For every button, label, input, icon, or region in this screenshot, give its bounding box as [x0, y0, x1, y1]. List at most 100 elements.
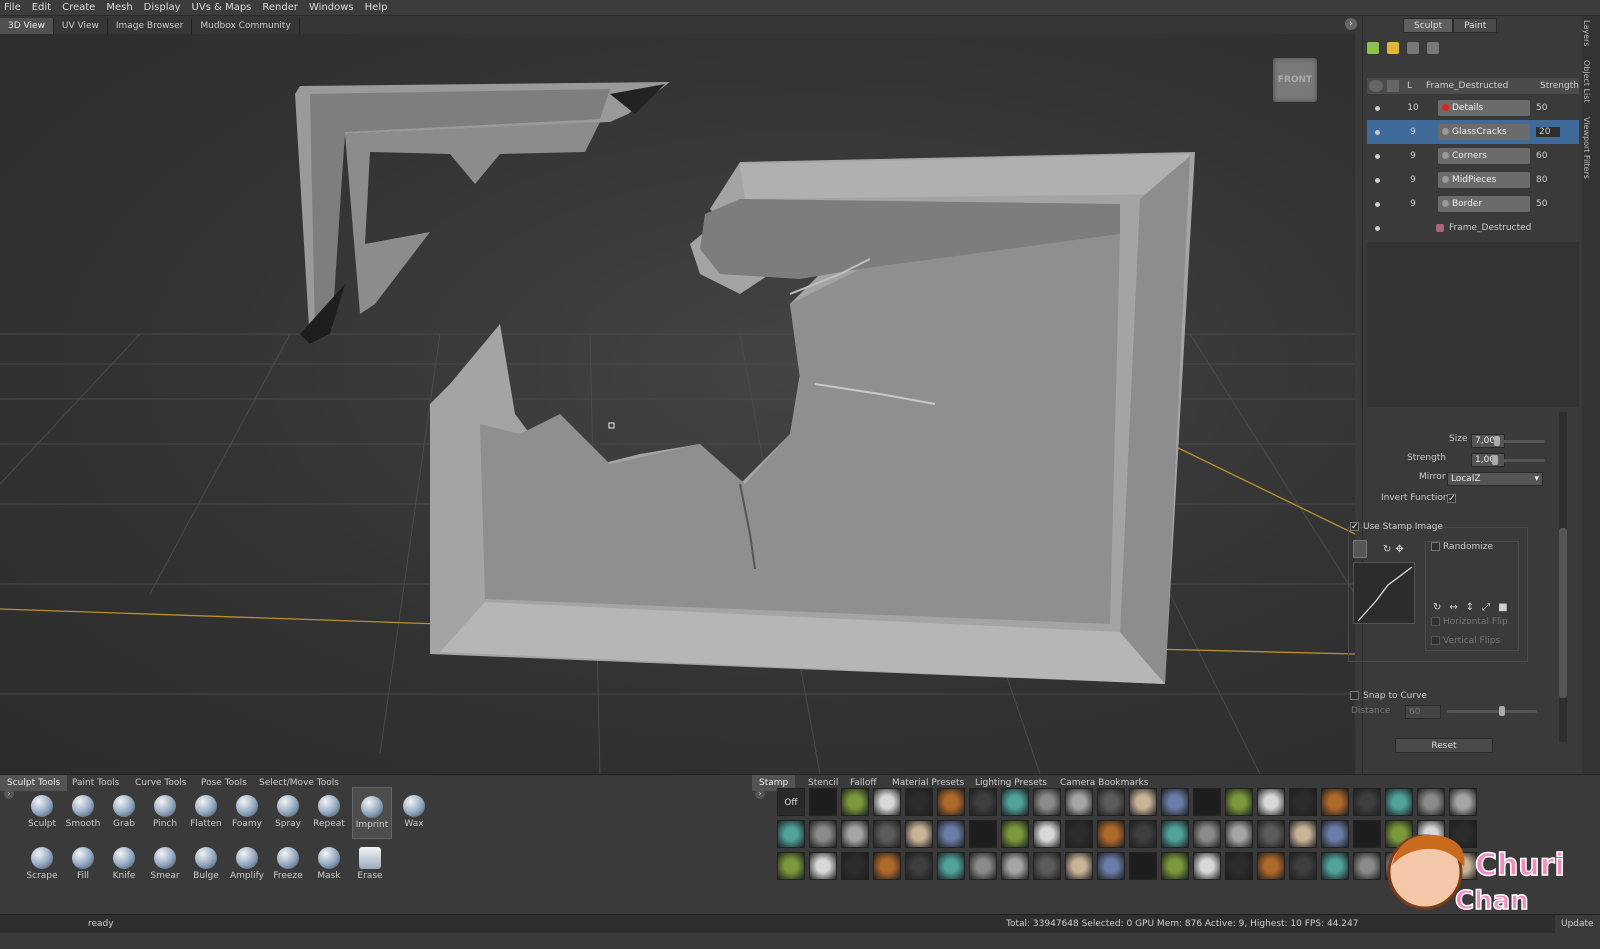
- new-layer-icon[interactable]: [1367, 42, 1379, 54]
- tool-pinch[interactable]: Pinch: [145, 787, 185, 839]
- reset-button[interactable]: Reset: [1395, 738, 1493, 753]
- stamp-thumbnail[interactable]: [1097, 852, 1125, 880]
- stamp-thumbnail[interactable]: [1129, 788, 1157, 816]
- stamp-thumbnail[interactable]: [1225, 852, 1253, 880]
- stamp-thumbnail[interactable]: [1065, 852, 1093, 880]
- tool-amplify[interactable]: Amplify: [227, 839, 267, 891]
- stamp-thumbnail[interactable]: [841, 820, 869, 848]
- scrollbar-thumb[interactable]: [1559, 528, 1567, 698]
- stamp-thumbnail[interactable]: [777, 820, 805, 848]
- stamp-thumbnail[interactable]: [1257, 852, 1285, 880]
- snap-to-curve-checkbox[interactable]: [1350, 691, 1359, 700]
- size-slider-knob[interactable]: [1494, 436, 1500, 446]
- layer-row-selected[interactable]: 9 GlassCracks 20: [1367, 120, 1579, 144]
- tool-knife[interactable]: Knife: [104, 839, 144, 891]
- layer-row[interactable]: 9 Border 50: [1367, 192, 1579, 216]
- layer-name[interactable]: Border: [1438, 196, 1530, 212]
- tab-3d-view[interactable]: 3D View: [0, 18, 54, 34]
- tool-freeze[interactable]: Freeze: [268, 839, 308, 891]
- tray-arrow-icon[interactable]: ›: [4, 789, 14, 799]
- stamp-thumbnail[interactable]: [1289, 820, 1317, 848]
- layer-name[interactable]: Details: [1438, 100, 1530, 116]
- layer-row[interactable]: 9 MidPieces 80: [1367, 168, 1579, 192]
- stamp-thumbnail[interactable]: [1321, 788, 1349, 816]
- move-icon[interactable]: ✥: [1395, 544, 1403, 555]
- menu-help[interactable]: Help: [365, 2, 388, 13]
- layer-name[interactable]: GlassCracks: [1438, 124, 1530, 140]
- tool-repeat[interactable]: Repeat: [309, 787, 349, 839]
- randomize-checkbox[interactable]: [1431, 542, 1440, 551]
- stamp-thumbnail[interactable]: [1129, 820, 1157, 848]
- stamp-thumbnail[interactable]: [1289, 788, 1317, 816]
- stamp-thumbnail[interactable]: [937, 852, 965, 880]
- stamp-thumbnail[interactable]: [969, 820, 997, 848]
- tool-sculpt[interactable]: Sculpt: [22, 787, 62, 839]
- merge-icon[interactable]: [1427, 42, 1439, 54]
- stamp-thumbnail[interactable]: [1033, 788, 1061, 816]
- menu-windows[interactable]: Windows: [309, 2, 354, 13]
- layer-row[interactable]: 10 Details 50: [1367, 96, 1579, 120]
- stamp-thumbnail[interactable]: [1321, 820, 1349, 848]
- tray-arrow-icon[interactable]: ›: [755, 789, 765, 799]
- stamp-thumbnail[interactable]: [905, 820, 933, 848]
- stamp-thumbnail[interactable]: [1129, 852, 1157, 880]
- viewport-3d[interactable]: FRONT: [0, 34, 1355, 774]
- stamp-thumbnail[interactable]: [1193, 788, 1221, 816]
- stamp-thumbnail[interactable]: [1353, 788, 1381, 816]
- mirror-select[interactable]: LocalZ ▾: [1447, 472, 1543, 486]
- menu-file[interactable]: File: [4, 2, 21, 13]
- stamp-thumbnail[interactable]: [1289, 852, 1317, 880]
- strength-slider-knob[interactable]: [1492, 455, 1498, 465]
- stamp-thumbnail[interactable]: [969, 788, 997, 816]
- tool-fill[interactable]: Fill: [63, 839, 103, 891]
- tab-layers[interactable]: Layers: [1582, 16, 1591, 50]
- tool-spray[interactable]: Spray: [268, 787, 308, 839]
- layer-strength[interactable]: 20: [1536, 127, 1560, 137]
- stamp-thumbnail[interactable]: [937, 788, 965, 816]
- stamp-thumbnail[interactable]: [809, 852, 837, 880]
- horizontal-flip-checkbox[interactable]: [1431, 617, 1440, 626]
- visibility-dot[interactable]: [1375, 177, 1380, 183]
- stamp-thumbnail[interactable]: [1193, 820, 1221, 848]
- stamp-thumbnail[interactable]: [1001, 852, 1029, 880]
- tool-grab[interactable]: Grab: [104, 787, 144, 839]
- vertical-flips-checkbox[interactable]: [1431, 636, 1440, 645]
- stamp-thumbnail[interactable]: [1097, 820, 1125, 848]
- stamp-thumbnail[interactable]: [1001, 788, 1029, 816]
- stamp-thumbnail[interactable]: [1321, 852, 1349, 880]
- distance-slider[interactable]: [1447, 710, 1537, 713]
- tool-smear[interactable]: Smear: [145, 839, 185, 891]
- stamp-preview-button[interactable]: [1353, 540, 1367, 558]
- stamp-thumbnail[interactable]: [1257, 788, 1285, 816]
- visibility-dot[interactable]: [1375, 129, 1380, 135]
- stamp-thumbnail[interactable]: [809, 820, 837, 848]
- horizontal-flip-icon[interactable]: ↔: [1449, 602, 1457, 613]
- stamp-thumbnail[interactable]: [809, 788, 837, 816]
- stamp-thumbnail[interactable]: [1161, 852, 1189, 880]
- delete-icon[interactable]: [1407, 42, 1419, 54]
- visibility-dot[interactable]: [1375, 201, 1380, 207]
- stamp-thumbnail[interactable]: [1225, 788, 1253, 816]
- properties-scrollbar[interactable]: [1559, 412, 1567, 742]
- eye-icon[interactable]: [1369, 80, 1383, 92]
- distance-input[interactable]: 60: [1405, 705, 1441, 719]
- tool-erase[interactable]: Erase: [350, 839, 390, 891]
- tool-flatten[interactable]: Flatten: [186, 787, 226, 839]
- menu-uvs-maps[interactable]: UVs & Maps: [192, 2, 252, 13]
- stamp-off-button[interactable]: Off: [777, 788, 805, 816]
- rotate-icon[interactable]: ↻: [1383, 544, 1391, 555]
- tab-object-list[interactable]: Object List: [1582, 56, 1591, 107]
- stamp-thumbnail[interactable]: [1449, 788, 1477, 816]
- layer-row[interactable]: 9 Corners 60: [1367, 144, 1579, 168]
- stamp-thumbnail[interactable]: [937, 820, 965, 848]
- visibility-dot[interactable]: [1375, 153, 1380, 159]
- folder-icon[interactable]: [1387, 42, 1399, 54]
- tab-image-browser[interactable]: Image Browser: [108, 18, 193, 34]
- stamp-thumbnail[interactable]: [1097, 788, 1125, 816]
- layer-name[interactable]: Corners: [1438, 148, 1530, 164]
- rotate-random-icon[interactable]: ↻: [1433, 602, 1441, 613]
- tab-viewport-filters[interactable]: Viewport Filters: [1582, 113, 1591, 183]
- layer-strength[interactable]: 50: [1536, 103, 1560, 113]
- stamp-thumbnail[interactable]: [1353, 852, 1381, 880]
- stamp-thumbnail[interactable]: [1353, 820, 1381, 848]
